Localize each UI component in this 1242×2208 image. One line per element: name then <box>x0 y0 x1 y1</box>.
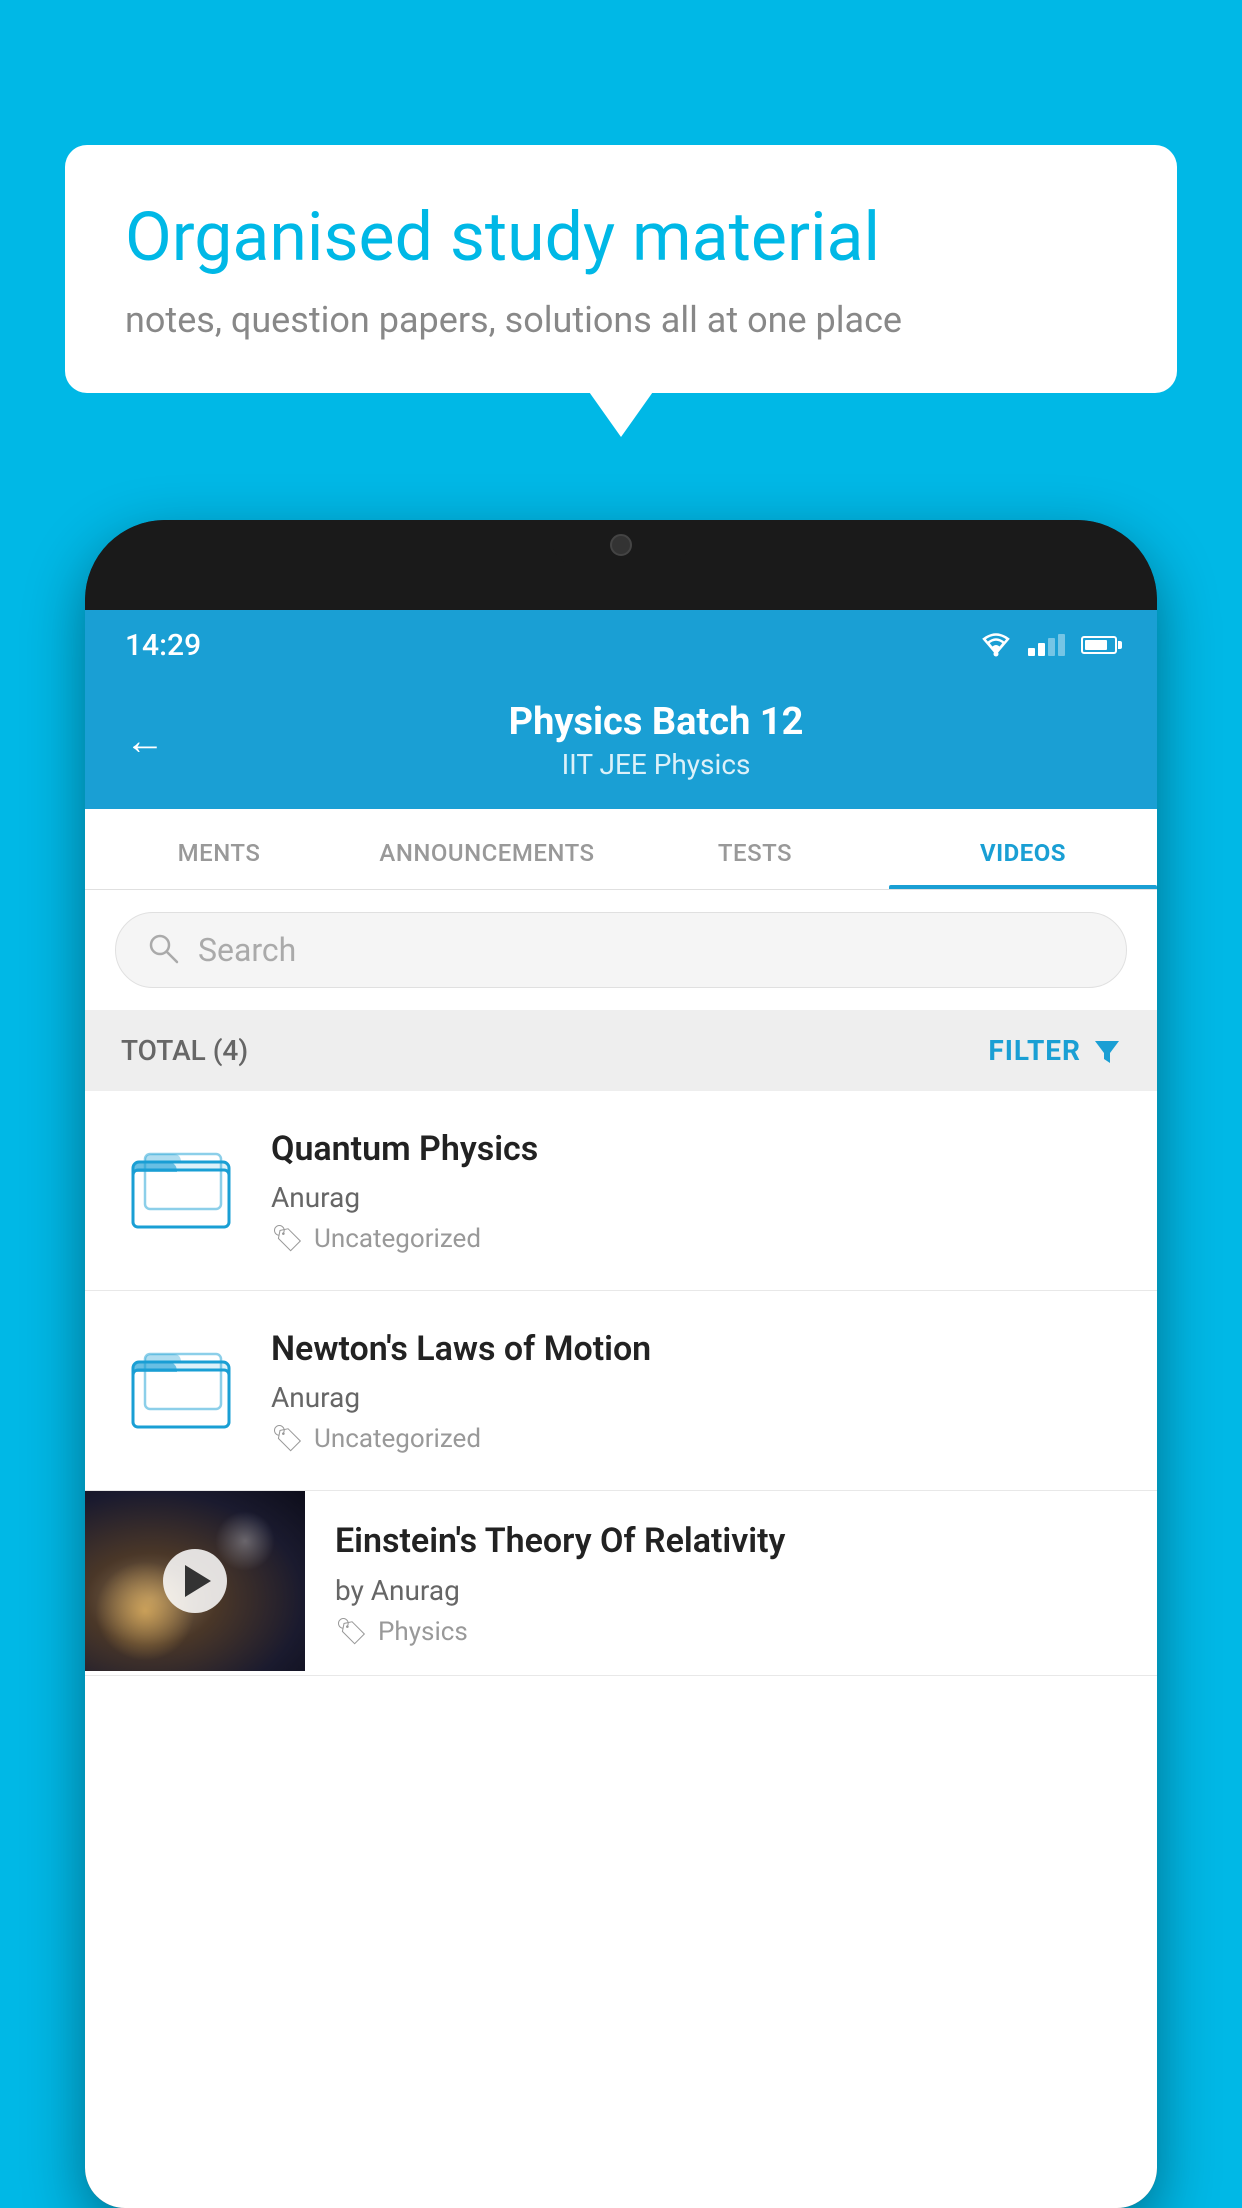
search-bar[interactable]: Search <box>115 912 1127 988</box>
header-subtitle: IIT JEE Physics <box>195 748 1117 781</box>
video-author-newton: Anurag <box>271 1381 1121 1414</box>
video-tag-quantum: 🏷 Uncategorized <box>271 1224 1121 1254</box>
phone-frame: 14:29 <box>85 520 1157 2208</box>
video-tag-newton: 🏷 Uncategorized <box>271 1424 1121 1454</box>
play-triangle-icon <box>185 1565 211 1597</box>
status-icons <box>978 631 1117 659</box>
einstein-title: Einstein's Theory Of Relativity <box>335 1519 1129 1563</box>
einstein-tag: 🏷 Physics <box>335 1617 1129 1647</box>
tab-tests[interactable]: TESTS <box>621 809 889 889</box>
phone-notch <box>551 520 691 566</box>
video-item-newton[interactable]: Newton's Laws of Motion Anurag 🏷 Uncateg… <box>85 1291 1157 1491</box>
video-tag-label-newton: Uncategorized <box>314 1424 481 1454</box>
filter-label: FILTER <box>988 1034 1081 1067</box>
total-count-label: TOTAL (4) <box>121 1034 248 1067</box>
tab-announcements[interactable]: ANNOUNCEMENTS <box>353 809 621 889</box>
speech-bubble-subtitle: notes, question papers, solutions all at… <box>125 299 1117 341</box>
tag-icon-einstein: 🏷 <box>335 1617 368 1647</box>
phone-screen: 14:29 <box>85 610 1157 2208</box>
header-title-group: Physics Batch 12 IIT JEE Physics <box>195 700 1117 781</box>
wifi-icon <box>978 631 1014 659</box>
search-container: Search <box>85 890 1157 1010</box>
speech-bubble-container: Organised study material notes, question… <box>65 145 1177 393</box>
video-item-quantum[interactable]: Quantum Physics Anurag 🏷 Uncategorized <box>85 1091 1157 1291</box>
battery-icon <box>1081 636 1117 654</box>
einstein-author: by Anurag <box>335 1574 1129 1607</box>
video-thumb-newton <box>121 1327 241 1447</box>
tab-ments[interactable]: MENTS <box>85 809 353 889</box>
app-header: ← Physics Batch 12 IIT JEE Physics <box>85 680 1157 809</box>
tag-icon-quantum: 🏷 <box>271 1224 304 1254</box>
video-tag-label-quantum: Uncategorized <box>314 1224 481 1254</box>
signal-bars-icon <box>1028 634 1065 656</box>
video-info-quantum: Quantum Physics Anurag 🏷 Uncategorized <box>271 1127 1121 1254</box>
video-title-quantum: Quantum Physics <box>271 1127 1121 1171</box>
video-author-quantum: Anurag <box>271 1181 1121 1214</box>
filter-funnel-icon <box>1093 1037 1121 1065</box>
folder-icon-quantum <box>131 1142 231 1232</box>
status-bar: 14:29 <box>85 610 1157 680</box>
video-thumb-quantum <box>121 1127 241 1247</box>
einstein-tag-label: Physics <box>378 1617 468 1647</box>
filter-button[interactable]: FILTER <box>988 1034 1121 1067</box>
speech-bubble-title: Organised study material <box>125 197 1117 279</box>
video-list: Quantum Physics Anurag 🏷 Uncategorized <box>85 1091 1157 1676</box>
video-info-newton: Newton's Laws of Motion Anurag 🏷 Uncateg… <box>271 1327 1121 1454</box>
tab-videos[interactable]: VIDEOS <box>889 809 1157 889</box>
play-button-einstein[interactable] <box>163 1549 227 1613</box>
header-title: Physics Batch 12 <box>195 700 1117 744</box>
phone-camera <box>610 534 632 556</box>
tab-bar: MENTS ANNOUNCEMENTS TESTS VIDEOS <box>85 809 1157 890</box>
search-icon <box>146 931 180 969</box>
filter-bar: TOTAL (4) FILTER <box>85 1010 1157 1091</box>
orb-2 <box>215 1511 275 1571</box>
einstein-thumbnail <box>85 1491 305 1671</box>
folder-icon-newton <box>131 1342 231 1432</box>
search-input[interactable]: Search <box>198 931 296 969</box>
back-button[interactable]: ← <box>125 717 165 764</box>
video-title-newton: Newton's Laws of Motion <box>271 1327 1121 1371</box>
status-time: 14:29 <box>125 628 201 663</box>
speech-bubble: Organised study material notes, question… <box>65 145 1177 393</box>
einstein-info: Einstein's Theory Of Relativity by Anura… <box>305 1491 1157 1674</box>
phone-top-bezel <box>85 520 1157 610</box>
video-item-einstein[interactable]: Einstein's Theory Of Relativity by Anura… <box>85 1491 1157 1675</box>
tag-icon-newton: 🏷 <box>271 1424 304 1454</box>
